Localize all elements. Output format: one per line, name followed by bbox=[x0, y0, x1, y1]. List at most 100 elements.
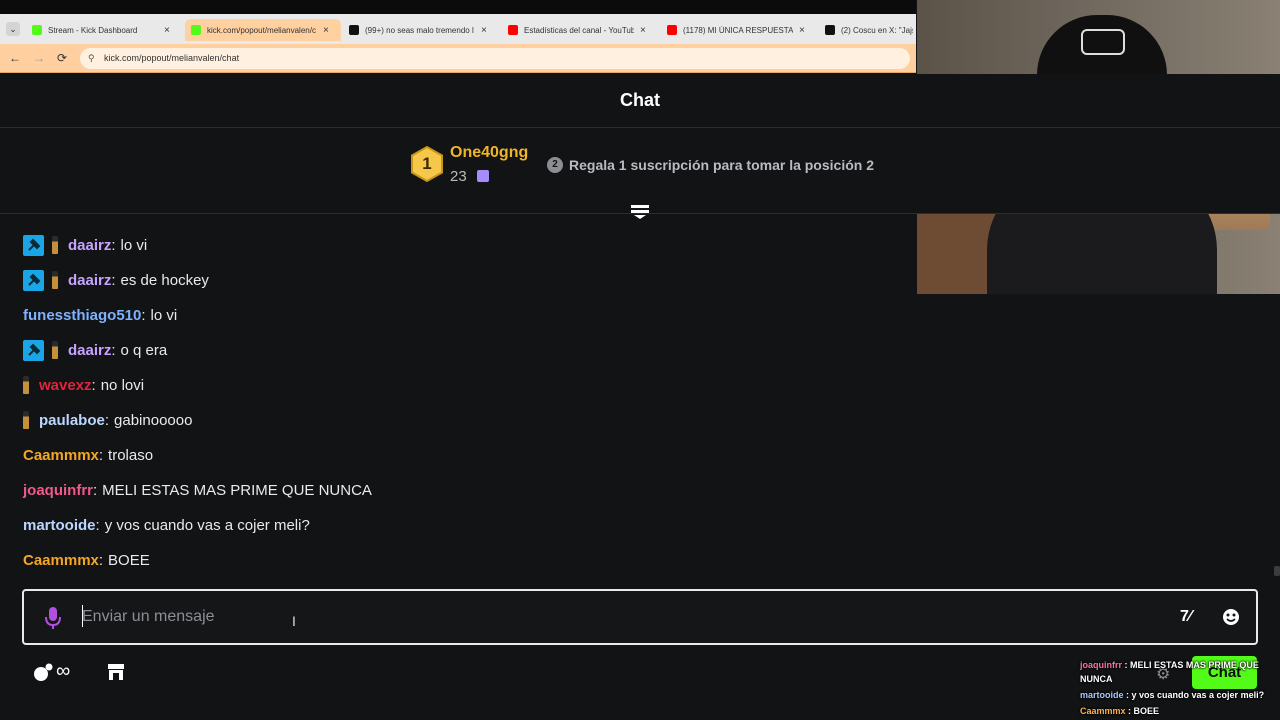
message-separator: : bbox=[98, 446, 104, 464]
reload-icon[interactable]: ⟳ bbox=[57, 51, 67, 65]
close-tab-icon[interactable]: × bbox=[164, 25, 170, 36]
emoji-icon[interactable] bbox=[1222, 608, 1240, 626]
leaderboard-promo: Regala 1 suscripción para tomar la posic… bbox=[569, 157, 874, 173]
message-username[interactable]: daairz bbox=[68, 342, 111, 359]
tab-title: Stream - Kick Dashboard bbox=[48, 25, 138, 35]
message-separator: : bbox=[98, 551, 104, 569]
tab-tiktok[interactable]: (99+) no seas malo tremendo l × bbox=[343, 19, 499, 41]
overlay-line: NUNCA bbox=[1080, 674, 1113, 684]
message-text: o q era bbox=[120, 341, 168, 359]
tab-x-coscu[interactable]: (2) Coscu en X: "Jajsjs bbox=[819, 19, 919, 41]
message-text: no lovi bbox=[100, 376, 145, 394]
message-separator: : bbox=[104, 411, 110, 429]
bottle-badge-icon bbox=[52, 341, 58, 359]
message-username[interactable]: joaquinfrr bbox=[23, 482, 93, 499]
next-rank-badge: 2 bbox=[547, 157, 563, 173]
chat-message: Caammmx: BOEE bbox=[23, 549, 150, 571]
message-text: trolaso bbox=[108, 446, 154, 464]
close-tab-icon[interactable]: × bbox=[640, 25, 646, 36]
chat-message: martooide: y vos cuando vas a cojer meli? bbox=[23, 514, 310, 536]
message-username[interactable]: Caammmx bbox=[23, 447, 99, 464]
close-tab-icon[interactable]: × bbox=[799, 25, 805, 36]
chat-input-box[interactable]: I 7⁄ bbox=[22, 589, 1258, 645]
message-username[interactable]: daairz bbox=[68, 272, 111, 289]
back-icon[interactable]: ← bbox=[9, 51, 21, 65]
tab-title: kick.com/popout/melianvalen/c bbox=[207, 25, 316, 35]
overlay-text: NUNCA bbox=[1080, 674, 1113, 684]
overlay-line: Caammmx : BOEE bbox=[1080, 706, 1159, 716]
chat-messages: daairz: lo vi daairz: es de hockey funessthi… bbox=[0, 226, 1280, 582]
chat-message: paulaboe: gabinooooo bbox=[23, 409, 192, 431]
cap-logo bbox=[1081, 29, 1125, 55]
text-cursor-icon: I bbox=[292, 613, 296, 629]
gift-icon bbox=[477, 170, 489, 182]
chat-title: Chat bbox=[620, 90, 660, 110]
microphone-icon[interactable] bbox=[44, 606, 62, 630]
channel-points-icon[interactable] bbox=[32, 662, 54, 682]
message-username[interactable]: martooide bbox=[23, 517, 96, 534]
overlay-text: : y vos cuando vas a cojer meli? bbox=[1123, 690, 1265, 700]
overlay-line: joaquinfrr : MELI ESTAS MAS PRIME QUE bbox=[1080, 660, 1259, 670]
text-caret bbox=[82, 605, 83, 627]
tab-search-button[interactable]: ⌄ bbox=[6, 22, 20, 36]
close-tab-icon[interactable]: × bbox=[323, 25, 329, 36]
tab-youtube-video[interactable]: (1178) MI ÚNICA RESPUESTA A × bbox=[661, 19, 817, 41]
chat-scrollbar[interactable] bbox=[1274, 566, 1280, 576]
moderator-badge-icon bbox=[23, 339, 44, 361]
overlay-text: : BOEE bbox=[1125, 706, 1160, 716]
tab-title: (99+) no seas malo tremendo l bbox=[365, 25, 474, 35]
chat-message: funessthiago510: lo vi bbox=[23, 304, 177, 326]
kick-favicon-icon bbox=[191, 25, 201, 35]
youtube-favicon-icon bbox=[667, 25, 677, 35]
overlay-text: : MELI ESTAS MAS PRIME QUE bbox=[1122, 660, 1259, 670]
forward-icon[interactable]: → bbox=[33, 51, 45, 65]
tab-kick-dashboard[interactable]: Stream - Kick Dashboard × bbox=[26, 19, 182, 41]
store-icon[interactable] bbox=[106, 662, 126, 682]
chat-message: Caammmx: trolaso bbox=[23, 444, 153, 466]
message-username[interactable]: funessthiago510 bbox=[23, 307, 141, 324]
message-text: es de hockey bbox=[120, 271, 209, 289]
chat-message: daairz: o q era bbox=[23, 339, 167, 361]
message-username[interactable]: wavexz bbox=[39, 377, 92, 394]
tab-title: Estadísticas del canal - YouTube bbox=[524, 25, 634, 35]
close-tab-icon[interactable]: × bbox=[481, 25, 487, 36]
bottle-badge-icon bbox=[23, 376, 29, 394]
message-username[interactable]: Caammmx bbox=[23, 552, 99, 569]
overlay-username: Caammmx bbox=[1080, 706, 1126, 716]
url-text: kick.com/popout/melianvalen/chat bbox=[104, 53, 240, 63]
moderator-badge-icon bbox=[23, 269, 44, 291]
kick-favicon-icon bbox=[32, 25, 42, 35]
message-separator: : bbox=[111, 236, 116, 254]
leaderboard-username[interactable]: One40gng bbox=[450, 144, 528, 162]
message-username[interactable]: paulaboe bbox=[39, 412, 105, 429]
message-separator: : bbox=[141, 306, 146, 324]
overlay-username: martooide bbox=[1080, 690, 1124, 700]
tiktok-favicon-icon bbox=[349, 25, 359, 35]
tab-youtube-stats[interactable]: Estadísticas del canal - YouTube × bbox=[502, 19, 658, 41]
youtube-favicon-icon bbox=[508, 25, 518, 35]
chat-message: wavexz: no lovi bbox=[23, 374, 144, 396]
bottle-badge-icon bbox=[52, 236, 58, 254]
moderator-badge-icon bbox=[23, 234, 44, 256]
title-strip bbox=[0, 0, 916, 14]
message-input[interactable] bbox=[82, 603, 1142, 631]
url-field[interactable]: ⚲ kick.com/popout/melianvalen/chat bbox=[80, 48, 910, 69]
stream-chat-overlay: joaquinfrr : MELI ESTAS MAS PRIME QUE NU… bbox=[1078, 658, 1280, 720]
bottle-badge-icon bbox=[23, 411, 29, 429]
message-username[interactable]: daairz bbox=[68, 237, 111, 254]
message-text: lo vi bbox=[120, 236, 148, 254]
collapse-leaderboard-icon[interactable] bbox=[630, 204, 650, 220]
overlay-username: joaquinfrr bbox=[1080, 660, 1122, 670]
rank-number: 1 bbox=[422, 154, 432, 173]
translate-icon[interactable]: 7⁄ bbox=[1180, 608, 1192, 626]
overlay-line: martooide : y vos cuando vas a cojer mel… bbox=[1080, 690, 1264, 700]
message-separator: : bbox=[93, 481, 98, 499]
gift-leaderboard: 1 One40gng 23 2 Regala 1 suscripción par… bbox=[0, 128, 1280, 219]
chat-message: daairz: es de hockey bbox=[23, 269, 209, 291]
message-text: lo vi bbox=[150, 306, 178, 324]
tab-kick-chat-popout[interactable]: kick.com/popout/melianvalen/c × bbox=[185, 19, 341, 41]
message-text: MELI ESTAS MAS PRIME QUE NUNCA bbox=[102, 481, 372, 499]
message-separator: : bbox=[91, 376, 96, 394]
gift-count: 23 bbox=[450, 168, 467, 185]
site-info-icon[interactable]: ⚲ bbox=[88, 48, 95, 69]
